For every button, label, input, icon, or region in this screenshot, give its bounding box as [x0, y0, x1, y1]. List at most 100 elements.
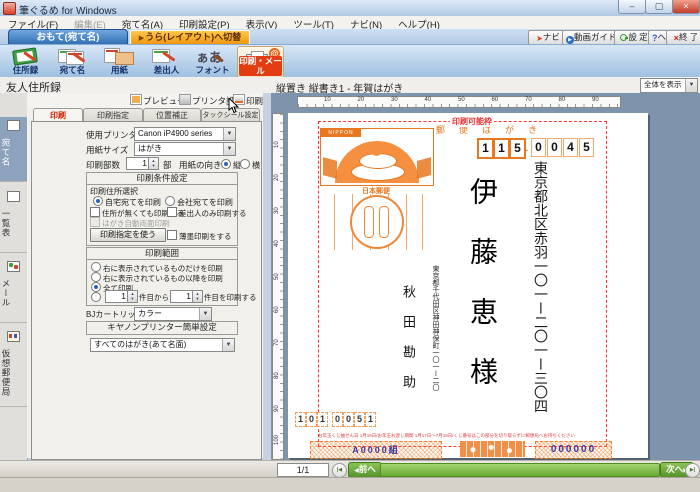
- copies-stepper[interactable]: ▲▼: [148, 157, 159, 170]
- left-tab-strip: 宛て名 一覧表 メール 仮想郵便局: [0, 93, 28, 460]
- ruler-tick-label: 50: [274, 270, 280, 280]
- toolbar-paper[interactable]: 用紙: [97, 46, 142, 76]
- range-to-input[interactable]: 1: [170, 290, 194, 303]
- first-record-button[interactable]: |◀: [332, 463, 347, 478]
- zip-digit: 5: [579, 138, 594, 157]
- sender-zip-digit: 0: [343, 412, 354, 427]
- side-tab-addressee[interactable]: 宛て名: [0, 117, 27, 182]
- ruler-tick-label: 100: [274, 435, 280, 445]
- printer-setup-icon: [179, 94, 191, 105]
- prev-record-button[interactable]: ◀前へ: [348, 462, 382, 478]
- switch-to-back-button[interactable]: ▶うら(レイアウト)へ切替: [130, 30, 250, 45]
- zip-hyphen: -: [525, 145, 528, 155]
- tab-front-address[interactable]: おもて(宛て名): [8, 29, 128, 45]
- sender-zip-digit: 0: [306, 412, 317, 427]
- window-title: 筆ぐるめ for Windows: [19, 2, 117, 17]
- toolbar-addressee[interactable]: 宛て名: [50, 46, 95, 76]
- thin-ink-checkbox[interactable]: 薄墨印刷をする: [167, 230, 232, 242]
- ruler-tick-label: 90: [592, 97, 599, 103]
- record-page-indicator: 1/1: [277, 463, 329, 477]
- orientation-landscape-radio[interactable]: 横: [240, 159, 260, 171]
- lottery-art-block: [460, 441, 525, 457]
- range-from-input[interactable]: 1: [105, 290, 129, 303]
- print-range-header: 印刷範囲: [87, 248, 237, 260]
- preview-button[interactable]: プレビュー: [130, 94, 186, 107]
- print-condition-header: 印刷条件設定: [87, 173, 237, 185]
- printable-frame-label: 印刷可能枠: [450, 116, 494, 127]
- ruler-tick-label: 10: [324, 97, 331, 103]
- toolbar-font[interactable]: ぁあ フォント: [190, 46, 235, 76]
- ruler-tick-label: 10: [274, 138, 280, 148]
- ruler-tick-label: 30: [391, 97, 398, 103]
- orientation-portrait-radio[interactable]: 縦: [221, 159, 241, 171]
- side-tab-virtual-post[interactable]: 仮想郵便局: [0, 328, 27, 407]
- addressee-tab-icon: [7, 120, 20, 131]
- ruler-tick-label: 80: [559, 97, 566, 103]
- zip-digit: 1: [493, 138, 510, 159]
- printer-select[interactable]: Canon iP4900 series ▼: [134, 127, 236, 141]
- toolbar-sender[interactable]: 差出人: [144, 46, 189, 76]
- zoom-select[interactable]: 全体を表示 ▼: [640, 78, 698, 93]
- canon-quick-select[interactable]: すべてのはがき(あて名面) ▼: [90, 338, 235, 352]
- virtual-post-tab-icon: [7, 331, 20, 342]
- ruler-tick-label: 90: [274, 402, 280, 412]
- lottery-note: お年玉くじ抽せん日 1月16日/お年玉お渡し期間 1月17日〜7月19日/くじ番…: [318, 433, 610, 439]
- toolbar-print-mail[interactable]: @ 印刷・メール: [237, 46, 284, 78]
- zip-digit: 1: [477, 138, 494, 159]
- video-guide-button[interactable]: ▶動画ガイド: [562, 30, 620, 45]
- lottery-group-number: A0000組: [310, 441, 442, 459]
- key-icon: [620, 33, 628, 41]
- print-settings-panel: 印刷 印刷指定 位置補正 タックシール設定 使用プリンター Canon iP49…: [27, 108, 264, 458]
- ruler-tick-label: 70: [525, 97, 532, 103]
- exit-button[interactable]: ×終 了: [666, 30, 700, 45]
- sub-header: 友人住所録 縦置き 縦書き1 - 年賀はがき 全体を表示 ▼: [0, 77, 700, 94]
- nippon-label: NIPPON: [321, 129, 361, 137]
- main-toolbar: 住所録 宛て名 用紙 差出人 ぁあ: [0, 44, 700, 80]
- range-to-stepper[interactable]: ▲▼: [192, 290, 203, 303]
- orientation-label: 用紙の向き: [179, 159, 222, 171]
- paper-size-select[interactable]: はがき ▼: [134, 142, 236, 156]
- range-custom-radio[interactable]: [91, 292, 103, 303]
- list-tab-icon: [7, 191, 20, 202]
- addressee-cards-icon: [50, 46, 95, 65]
- menu-bar: ファイル(F)編集(E)宛て名(A)印刷設定(P)表示(V)ツール(T)ナビ(N…: [0, 16, 700, 30]
- title-bar: 筆ぐるめ for Windows – ▢ ×: [0, 0, 700, 17]
- back-arrow-icon: ▶: [139, 35, 144, 42]
- recipient-name: 伊藤恵様: [462, 177, 502, 437]
- paper-envelope-icon: [97, 46, 142, 65]
- mouse-cursor: [228, 98, 240, 114]
- postcard-preview[interactable]: 印刷可能枠 郵便はがき NIPPON 日本郵便: [288, 113, 648, 458]
- last-record-button[interactable]: ▶|: [685, 463, 700, 478]
- range-from-label: 件目から: [139, 292, 169, 303]
- side-tab-list[interactable]: 一覧表: [0, 188, 27, 253]
- sender-only-checkbox[interactable]: 差出人のみ印刷する: [167, 207, 247, 219]
- status-bar: [0, 477, 700, 492]
- canon-quick-header: キヤノンプリンター簡単設定: [87, 322, 237, 333]
- copies-input[interactable]: 1: [126, 157, 150, 170]
- canon-quick-group: キヤノンプリンター簡単設定: [86, 321, 238, 335]
- range-from-stepper[interactable]: ▲▼: [127, 290, 138, 303]
- minimize-button[interactable]: –: [618, 0, 646, 14]
- horizontal-ruler: 102030405060708090: [297, 96, 621, 108]
- use-print-spec-button[interactable]: 印刷指定を使う: [90, 228, 166, 242]
- sender-zip-digit: 1: [317, 412, 328, 427]
- ruler-tick-label: 40: [274, 237, 280, 247]
- vertical-ruler: 102030405060708090100: [272, 113, 284, 460]
- ruler-tick-label: 20: [274, 171, 280, 181]
- postmark-icon: [350, 195, 404, 249]
- ruler-tick-label: 30: [274, 204, 280, 214]
- maximize-button[interactable]: ▢: [645, 0, 673, 14]
- bj-cartridge-select[interactable]: カラー ▼: [134, 307, 212, 321]
- sender-name: 秋田勘助: [398, 285, 417, 405]
- preview-area: 102030405060708090 102030405060708090100…: [271, 93, 700, 460]
- side-tab-mail[interactable]: メール: [0, 258, 27, 323]
- copies-unit-label: 部: [163, 159, 172, 171]
- dropdown-arrow-icon: ▼: [685, 79, 697, 92]
- sender-zip-digit: 0: [332, 412, 343, 427]
- record-slider-track[interactable]: [380, 463, 660, 477]
- ruler-tick-label: 70: [274, 336, 280, 346]
- toolbar-address-book[interactable]: 住所録: [3, 46, 48, 76]
- address-book-icon: [3, 46, 48, 65]
- paper-size-label: 用紙サイズ: [86, 144, 128, 156]
- close-button[interactable]: ×: [672, 0, 700, 14]
